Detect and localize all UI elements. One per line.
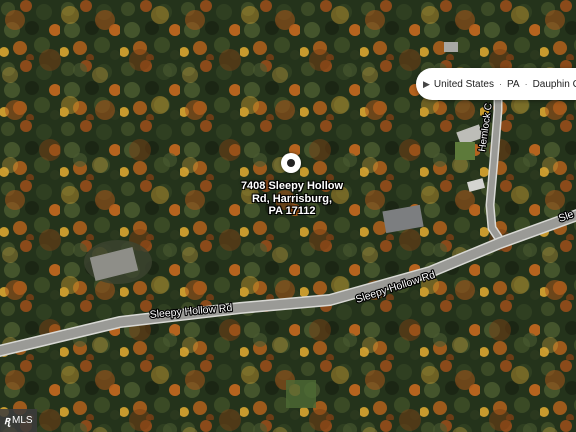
breadcrumb-item-county[interactable]: Dauphin Co.: [533, 79, 576, 90]
lawn: [455, 142, 475, 160]
breadcrumb-separator: ·: [498, 79, 502, 89]
lawn: [286, 380, 316, 408]
bright-logo: ꭆ: [4, 415, 11, 427]
address-label: 7408 Sleepy Hollow Rd, Harrisburg, PA 17…: [226, 180, 358, 218]
map-view[interactable]: Sleepy Hollow Rd Sleepy Hollow Rd Sle He…: [0, 0, 576, 432]
breadcrumb: ▶ United States · PA · Dauphin Co. · H: [416, 68, 576, 100]
breadcrumb-item-state[interactable]: PA: [507, 79, 520, 90]
mls-text: MLS: [12, 415, 33, 426]
address-line-3: PA 17112: [268, 205, 316, 217]
location-pin-icon[interactable]: [281, 153, 301, 173]
breadcrumb-separator: ·: [524, 79, 528, 89]
breadcrumb-item-country[interactable]: United States: [434, 79, 494, 90]
mls-attribution: ꭆ MLS: [0, 409, 37, 432]
chevron-right-icon[interactable]: ▶: [423, 79, 430, 90]
address-line-1: 7408 Sleepy Hollow: [240, 180, 344, 192]
house-roof: [444, 42, 458, 52]
address-line-2: Rd, Harrisburg,: [251, 192, 333, 205]
